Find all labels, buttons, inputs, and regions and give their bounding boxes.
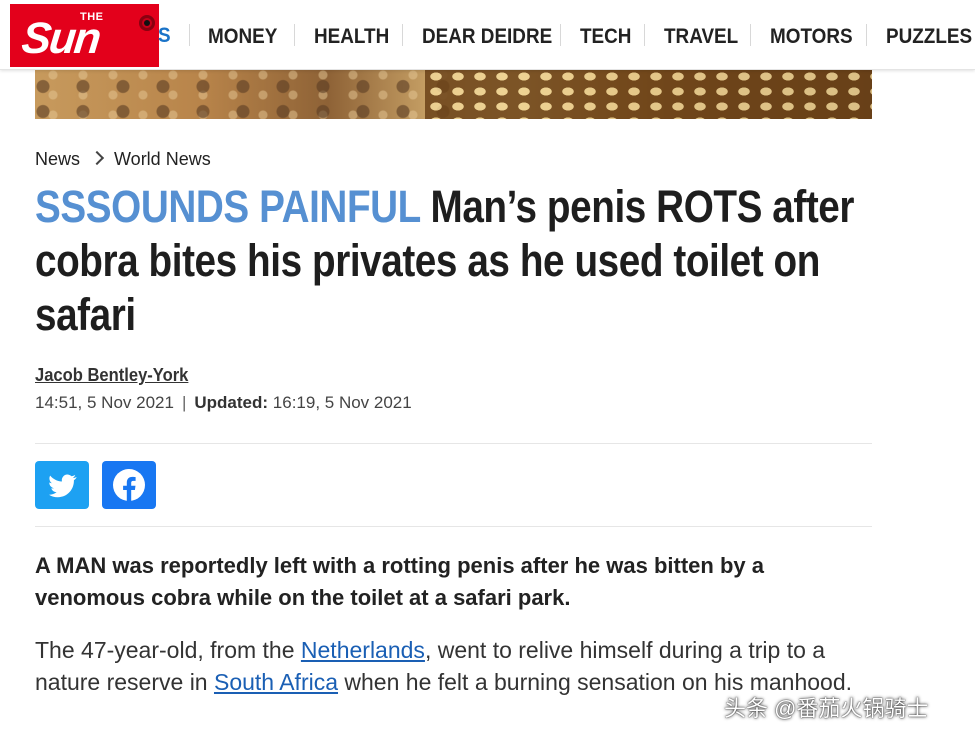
facebook-icon bbox=[113, 469, 145, 501]
south-africa-link[interactable]: South Africa bbox=[214, 669, 338, 695]
nav-item-money[interactable]: MONEY bbox=[208, 24, 277, 50]
date-separator: | bbox=[181, 393, 187, 412]
nav-divider bbox=[189, 24, 190, 46]
nav-item-tech[interactable]: TECH bbox=[580, 24, 631, 50]
logo-sun-text: Sun bbox=[19, 14, 102, 63]
article-headline: SSSOUNDS PAINFUL Man’s penis ROTS after … bbox=[35, 180, 874, 342]
nav-item-news-partial[interactable]: S bbox=[158, 24, 171, 48]
the-sun-logo[interactable]: THE Sun bbox=[10, 4, 159, 67]
netherlands-link[interactable]: Netherlands bbox=[301, 637, 425, 663]
facebook-share-button[interactable] bbox=[102, 461, 156, 509]
updated-label: Updated: bbox=[194, 393, 269, 412]
twitter-share-button[interactable] bbox=[35, 461, 89, 509]
nav-item-motors[interactable]: MOTORS bbox=[770, 24, 853, 50]
divider bbox=[35, 443, 872, 444]
top-navigation: THE Sun S MONEY HEALTH DEAR DEIDRE TECH … bbox=[0, 0, 975, 70]
published-time: 14:51, 5 Nov 2021 bbox=[35, 393, 174, 412]
nav-divider bbox=[294, 24, 295, 46]
nav-divider bbox=[750, 24, 751, 46]
nav-divider bbox=[560, 24, 561, 46]
nav-item-puzzles[interactable]: PUZZLES bbox=[886, 24, 972, 50]
updated-time: 16:19, 5 Nov 2021 bbox=[272, 393, 412, 412]
article-dates: 14:51, 5 Nov 2021 | Updated: 16:19, 5 Nov … bbox=[35, 393, 412, 413]
breadcrumb: News World News bbox=[35, 148, 211, 170]
author-link[interactable]: Jacob Bentley-York bbox=[35, 365, 188, 386]
divider bbox=[35, 526, 872, 527]
breadcrumb-news[interactable]: News bbox=[35, 149, 80, 169]
nav-divider bbox=[866, 24, 867, 46]
nav-item-travel[interactable]: TRAVEL bbox=[664, 24, 738, 50]
hero-snake-scales bbox=[425, 69, 872, 119]
hero-image bbox=[35, 69, 872, 119]
breadcrumb-world-news[interactable]: World News bbox=[114, 149, 211, 169]
poppy-icon bbox=[139, 15, 155, 31]
hero-ground-texture bbox=[35, 69, 455, 119]
nav-divider bbox=[644, 24, 645, 46]
article-paragraph: The 47-year-old, from the Netherlands, w… bbox=[35, 634, 885, 698]
article-standfirst: A MAN was reportedly left with a rotting… bbox=[35, 553, 764, 610]
twitter-icon bbox=[49, 474, 77, 498]
headline-kicker: SSSOUNDS PAINFUL bbox=[35, 181, 421, 232]
chevron-right-icon bbox=[89, 151, 105, 166]
paragraph-text: The 47-year-old, from the bbox=[35, 637, 301, 663]
nav-item-dear-deidre[interactable]: DEAR DEIDRE bbox=[422, 24, 552, 50]
watermark-text: 头条 @番茄火锅骑士 bbox=[724, 696, 929, 721]
nav-divider bbox=[402, 24, 403, 46]
nav-item-health[interactable]: HEALTH bbox=[314, 24, 389, 50]
